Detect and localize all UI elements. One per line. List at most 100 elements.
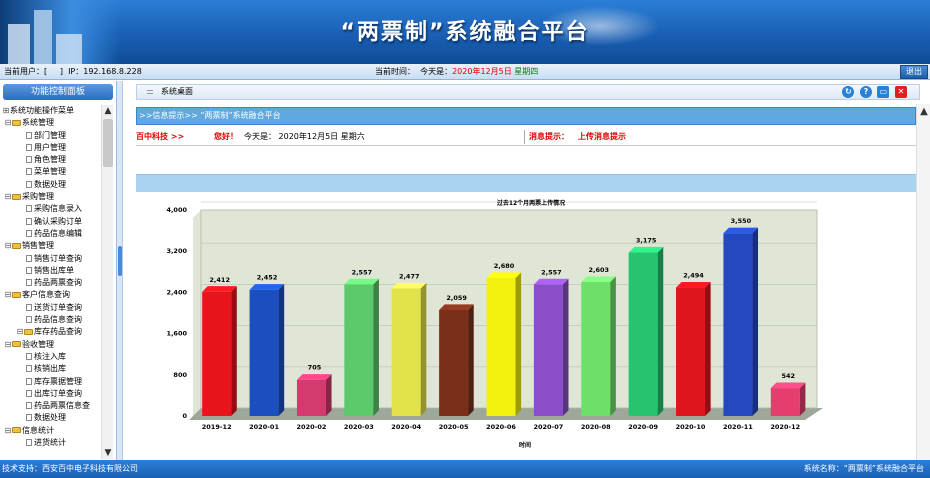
menu-group[interactable]: ⊟ 销售管理 — [2, 240, 102, 252]
menu-item[interactable]: 菜单管理 — [2, 166, 102, 178]
data-label: 2,452 — [257, 274, 278, 282]
sidebar-scrollbar[interactable]: ▲ ▼ — [101, 105, 113, 459]
main-scrollbar[interactable]: ▲ — [916, 104, 930, 460]
menu-item[interactable]: 核销出库 — [2, 363, 102, 375]
bar — [202, 291, 232, 416]
x-axis-label: 时间 — [519, 441, 531, 449]
menu-item-label: 用户管理 — [34, 142, 66, 152]
page-icon — [26, 143, 32, 151]
page-icon — [26, 365, 32, 373]
menu-group-label: 采购管理 — [22, 192, 54, 202]
menu-item[interactable]: 确认采购订单 — [2, 216, 102, 228]
menu-item-label: 药品信息查询 — [34, 315, 82, 325]
collapse-icon[interactable]: ⊟ — [4, 240, 12, 252]
y-tick-label: 800 — [173, 371, 187, 379]
bar — [770, 388, 800, 416]
menu-root[interactable]: ⊞系统功能操作菜单 — [2, 105, 102, 117]
current-time: 当前时间： 今天是：2020年12月5日 星期四 — [375, 67, 539, 76]
message-link[interactable]: 上传消息提示 — [578, 128, 626, 146]
scroll-thumb[interactable] — [103, 119, 113, 167]
menu-group[interactable]: ⊟ 信息统计 — [2, 425, 102, 437]
page-icon — [26, 266, 32, 274]
menu-item[interactable]: 库存票据管理 — [2, 376, 102, 388]
bar-top — [486, 272, 522, 278]
menu-item[interactable]: 药品信息编辑 — [2, 228, 102, 240]
menu-item[interactable]: 部门管理 — [2, 130, 102, 142]
menu-item[interactable]: 进货统计 — [2, 437, 102, 449]
x-tick-label: 2020-02 — [297, 423, 327, 431]
page-icon — [26, 402, 32, 410]
menu-item[interactable]: 销售出库单 — [2, 265, 102, 277]
menu-group[interactable]: ⊟ 采购管理 — [2, 191, 102, 203]
splitter-grip[interactable] — [118, 246, 122, 276]
logout-button[interactable]: 退出 — [900, 65, 928, 79]
folder-icon — [12, 341, 21, 348]
menu-item-label: 菜单管理 — [34, 167, 66, 177]
menu-item[interactable]: 药品信息查询 — [2, 314, 102, 326]
refresh-icon[interactable]: ↻ — [842, 86, 855, 98]
menu-item[interactable]: 送货订单查询 — [2, 302, 102, 314]
scroll-up-icon[interactable]: ▲ — [917, 106, 930, 118]
menu-group[interactable]: ⊟ 系统管理 — [2, 117, 102, 129]
sidebar-title: 功能控制面板 — [3, 84, 113, 100]
main-area: 系统桌面 ↻ ? ▭ ✕ >>信息提示>> “两票制”系统融合平台 百中科技 >… — [136, 84, 930, 460]
menu-tree: ⊞系统功能操作菜单 ⊟ 系统管理 部门管理 用户管理 角色管理 菜单管理 数据处理 ⊟ 采购管理采… — [2, 105, 102, 459]
collapse-icon[interactable]: ⊟ — [4, 117, 12, 129]
menu-item-label: 库存票据管理 — [34, 376, 82, 386]
tree-root-icon: ⊞ — [2, 106, 10, 115]
bar — [628, 252, 658, 416]
bar — [391, 288, 421, 416]
bar-side — [278, 284, 285, 416]
sidebar-splitter[interactable] — [117, 81, 123, 460]
bar-top — [296, 374, 332, 380]
x-tick-label: 2020-03 — [344, 423, 374, 431]
menu-item[interactable]: 数据处理 — [2, 412, 102, 424]
menu-subgroup[interactable]: ⊟ 库存药品查询 — [2, 326, 102, 338]
menu-item-label: 数据处理 — [34, 179, 66, 189]
menu-item[interactable]: 药品两票查询 — [2, 277, 102, 289]
window-icon[interactable]: ▭ — [877, 86, 890, 98]
menu-item[interactable]: 核注入库 — [2, 351, 102, 363]
breadcrumb: 系统桌面 — [161, 87, 193, 96]
menu-group-label: 信息统计 — [22, 425, 54, 435]
y-tick-label: 1,600 — [166, 330, 187, 338]
bar-top — [676, 281, 711, 288]
menu-item[interactable]: 出库订单查询 — [2, 388, 102, 400]
desktop-bar: 系统桌面 ↻ ? ▭ ✕ — [136, 84, 920, 100]
bar-top — [533, 278, 569, 285]
menu-item[interactable]: 销售订单查询 — [2, 253, 102, 265]
x-tick-label: 2020-12 — [770, 423, 800, 431]
collapse-icon[interactable]: ⊟ — [4, 425, 12, 437]
menu-group[interactable]: ⊟ 客户信息查询 — [2, 289, 102, 301]
help-icon[interactable]: ? — [859, 86, 872, 98]
current-user: 当前用户：[ ] IP：192.168.8.228 — [4, 67, 142, 76]
company-label: 百中科技 >> — [136, 132, 185, 141]
close-icon[interactable]: ✕ — [895, 86, 907, 98]
x-tick-label: 2020-11 — [723, 423, 753, 431]
bar — [723, 233, 753, 416]
menu-item[interactable]: 用户管理 — [2, 142, 102, 154]
collapse-icon[interactable]: ⊟ — [4, 289, 12, 301]
menu-item-label: 药品两票查询 — [34, 278, 82, 288]
menu-item[interactable]: 数据处理 — [2, 179, 102, 191]
scroll-up-icon[interactable]: ▲ — [102, 105, 114, 117]
menu-item[interactable]: 角色管理 — [2, 154, 102, 166]
scroll-down-icon[interactable]: ▼ — [102, 447, 114, 459]
collapse-icon[interactable]: ⊟ — [4, 191, 12, 203]
collapse-icon[interactable]: ⊟ — [4, 339, 12, 351]
page-icon — [26, 439, 32, 447]
collapse-icon[interactable]: ⊟ — [16, 326, 24, 338]
folder-icon — [12, 242, 21, 249]
menu-group-label: 验收管理 — [22, 339, 54, 349]
page-icon — [26, 303, 32, 311]
menu-item[interactable]: 采购信息录入 — [2, 203, 102, 215]
menu-item[interactable]: 药品两票信息查 — [2, 400, 102, 412]
sidebar: 功能控制面板 ⊞系统功能操作菜单 ⊟ 系统管理 部门管理 用户管理 角色管理 菜单管理 数据处… — [0, 81, 117, 460]
x-tick-label: 2020-09 — [628, 423, 658, 431]
menu-group[interactable]: ⊟ 验收管理 — [2, 339, 102, 351]
news-row: 百中科技 >> 您好！ 今天是： 2020年12月5日 星期六 消息提示： 上传… — [136, 128, 916, 146]
menu-group-label: 系统管理 — [22, 118, 54, 128]
page-icon — [26, 180, 32, 188]
menu-item-label: 药品两票信息查 — [34, 401, 90, 411]
menu-item-label: 角色管理 — [34, 155, 66, 165]
